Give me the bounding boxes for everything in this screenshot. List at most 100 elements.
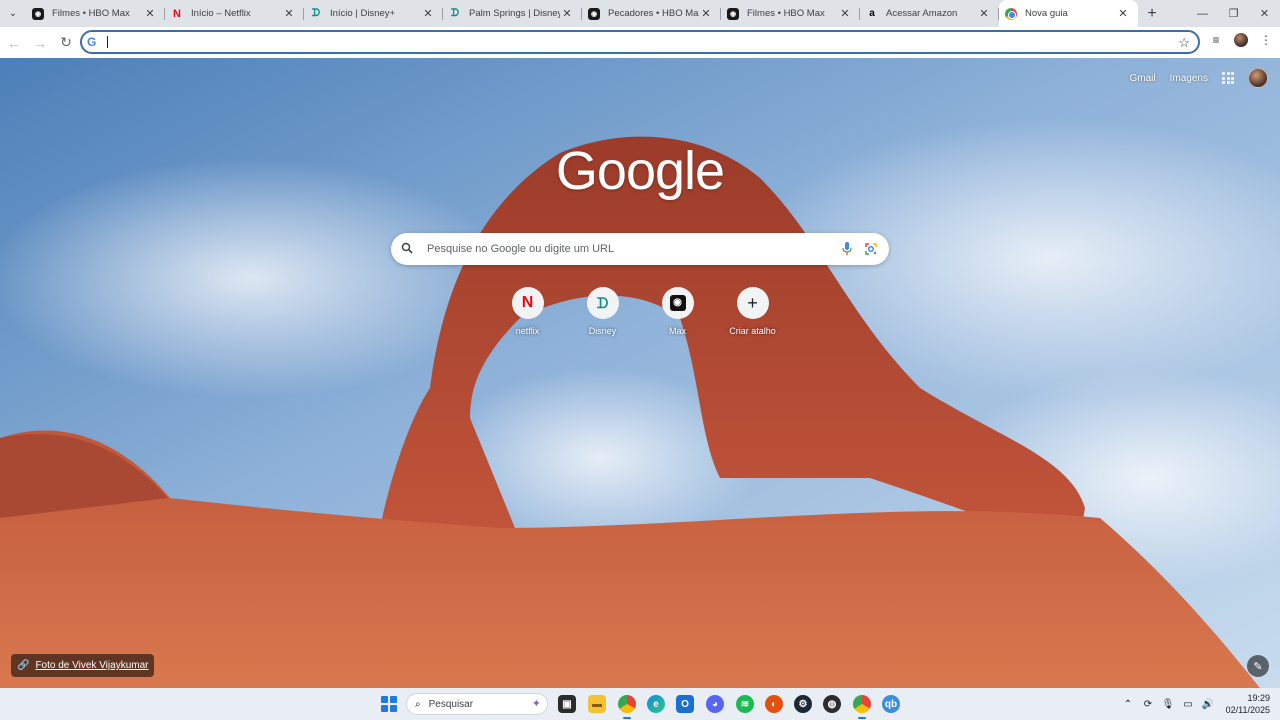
close-icon[interactable]: ✕ — [143, 7, 157, 20]
windows-start-icon[interactable] — [381, 696, 397, 712]
menu-kebab-icon[interactable]: ⋮ — [1258, 31, 1274, 49]
disney-plus-icon: ᗪ — [311, 8, 321, 19]
close-window-button[interactable]: ✕ — [1249, 0, 1280, 27]
volume-icon[interactable]: 🔊 — [1198, 699, 1218, 710]
tab-title: Palm Springs | Disney+ — [469, 8, 560, 19]
images-link[interactable]: Imagens — [1170, 73, 1208, 84]
text-caret — [107, 36, 108, 48]
shortcut-netflix[interactable]: N netflix — [490, 287, 565, 336]
tab-search-button[interactable]: ⌄ — [0, 0, 26, 27]
tab-title: Início – Netflix — [191, 8, 251, 19]
toolbar-right: ≡ ⋮ — [1208, 31, 1274, 49]
outlook-icon[interactable]: O — [676, 695, 694, 713]
clock-date: 02/11/2025 — [1225, 705, 1270, 715]
chevron-up-icon[interactable]: ⌃ — [1118, 699, 1138, 710]
gmail-link[interactable]: Gmail — [1130, 73, 1156, 84]
tab-8-active[interactable]: Nova guia ✕ — [999, 0, 1138, 27]
tab-title: Filmes • HBO Max — [52, 8, 130, 19]
github-desktop-icon[interactable]: ◍ — [823, 695, 841, 713]
shortcut-max[interactable]: ◉ Max — [640, 287, 715, 336]
tab-title: Início | Disney+ — [330, 8, 396, 19]
shortcut-label: Max — [668, 326, 686, 336]
tab-4[interactable]: ᗪ Palm Springs | Disney+ ✕ — [443, 0, 582, 27]
tab-title: Nova guia — [1025, 8, 1068, 19]
qbittorrent-icon[interactable]: qb — [882, 695, 900, 713]
close-icon[interactable]: ✕ — [838, 7, 852, 20]
customize-pencil-icon[interactable]: ✎ — [1247, 655, 1269, 677]
tab-title: Acessar Amazon — [886, 8, 958, 19]
tab-3[interactable]: ᗪ Início | Disney+ ✕ — [304, 0, 443, 27]
edge-icon[interactable]: e — [647, 695, 665, 713]
netflix-icon: N — [511, 287, 544, 319]
spotify-icon[interactable]: ≋ — [736, 695, 754, 713]
shortcut-label: netflix — [515, 326, 540, 336]
browser-toolbar: ← → ↻ G ☆ ≡ ⋮ — [0, 27, 1280, 58]
ntp-top-links: Gmail Imagens — [1130, 68, 1268, 88]
search-highlight-icon: ✦ — [531, 698, 541, 710]
close-icon[interactable]: ✕ — [1116, 7, 1130, 20]
search-icon: ⌕ — [415, 698, 421, 710]
chrome-icon — [1005, 7, 1017, 20]
shortcut-disney[interactable]: ᗪ Disney — [565, 287, 640, 336]
shortcut-add[interactable]: + Criar atalho — [715, 287, 790, 336]
origin-icon[interactable]: ◐ — [765, 695, 783, 713]
reload-button[interactable]: ↻ — [54, 31, 78, 55]
restore-button[interactable]: ❐ — [1218, 0, 1249, 27]
microphone-icon[interactable]: 🎙 — [1158, 699, 1178, 710]
close-icon[interactable]: ✕ — [421, 7, 435, 20]
windows-taskbar: ⌕ Pesquisar ✦ ▣ ▬ e O ◕ ≋ ◐ ⚙ ◍ qb ⌃ ⟳ 🎙… — [0, 688, 1280, 720]
chevron-down-icon: ⌄ — [8, 8, 18, 19]
link-icon: 🔗 — [17, 660, 30, 671]
address-bar[interactable]: G ☆ — [80, 30, 1200, 54]
chrome-profile-icon[interactable] — [853, 695, 871, 719]
file-explorer-icon[interactable]: ▬ — [588, 695, 606, 713]
sync-icon[interactable]: ⟳ — [1138, 699, 1158, 710]
media-controls-icon[interactable]: ≡ — [1208, 31, 1224, 49]
close-icon[interactable]: ✕ — [560, 7, 574, 20]
tab-1[interactable]: ◉ Filmes • HBO Max ✕ — [26, 0, 165, 27]
netflix-icon: N — [173, 7, 181, 20]
clock[interactable]: 19:29 02/11/2025 — [1218, 692, 1280, 716]
close-icon[interactable]: ✕ — [977, 7, 991, 20]
back-button[interactable]: ← — [2, 31, 26, 55]
plus-icon: + — [736, 287, 769, 319]
new-tab-button[interactable]: + — [1138, 0, 1166, 27]
tab-6[interactable]: ◉ Filmes • HBO Max ✕ — [721, 0, 860, 27]
tab-7[interactable]: a Acessar Amazon ✕ — [860, 0, 999, 27]
profile-avatar[interactable] — [1234, 33, 1248, 47]
hbo-max-icon: ◉ — [661, 287, 694, 319]
taskbar-search[interactable]: ⌕ Pesquisar ✦ — [406, 693, 548, 715]
display-icon[interactable]: ▭ — [1178, 699, 1198, 710]
task-view-icon[interactable]: ▣ — [558, 695, 576, 713]
hbo-max-icon: ◉ — [32, 7, 44, 20]
voice-search-mic-icon[interactable] — [839, 241, 855, 257]
chrome-icon[interactable] — [618, 695, 636, 719]
google-logo: Google — [555, 141, 725, 201]
bookmark-star-icon[interactable]: ☆ — [1178, 35, 1190, 51]
tab-title: Filmes • HBO Max — [747, 8, 825, 19]
tab-5[interactable]: ◉ Pecadores • HBO Max ✕ — [582, 0, 721, 27]
discord-icon[interactable]: ◕ — [706, 695, 724, 713]
close-icon[interactable]: ✕ — [282, 7, 296, 20]
disney-plus-icon: ᗪ — [450, 8, 460, 19]
search-input[interactable] — [427, 243, 831, 255]
shortcut-label: Criar atalho — [729, 326, 776, 336]
steam-icon[interactable]: ⚙ — [794, 695, 812, 713]
shortcuts-row: N netflix ᗪ Disney ◉ Max + Criar atalho — [490, 287, 790, 336]
google-apps-icon[interactable] — [1222, 72, 1234, 84]
plus-icon: + — [1147, 4, 1157, 22]
search-box[interactable] — [391, 233, 889, 265]
account-avatar[interactable] — [1248, 68, 1268, 88]
tab-title: Pecadores • HBO Max — [608, 8, 699, 19]
window-controls: — ❐ ✕ — [1187, 0, 1280, 27]
hbo-max-icon: ◉ — [588, 7, 600, 20]
clock-time: 19:29 — [1247, 693, 1270, 703]
google-lens-icon[interactable] — [863, 241, 879, 257]
tab-2[interactable]: N Início – Netflix ✕ — [165, 0, 304, 27]
photo-credit[interactable]: 🔗 Foto de Vivek Vijaykumar — [11, 654, 155, 677]
forward-button[interactable]: → — [28, 31, 52, 55]
new-tab-page: Gmail Imagens Google N netflix ᗪ Disney … — [0, 58, 1280, 688]
address-input[interactable] — [112, 35, 1198, 49]
minimize-button[interactable]: — — [1187, 0, 1218, 27]
close-icon[interactable]: ✕ — [699, 7, 713, 20]
